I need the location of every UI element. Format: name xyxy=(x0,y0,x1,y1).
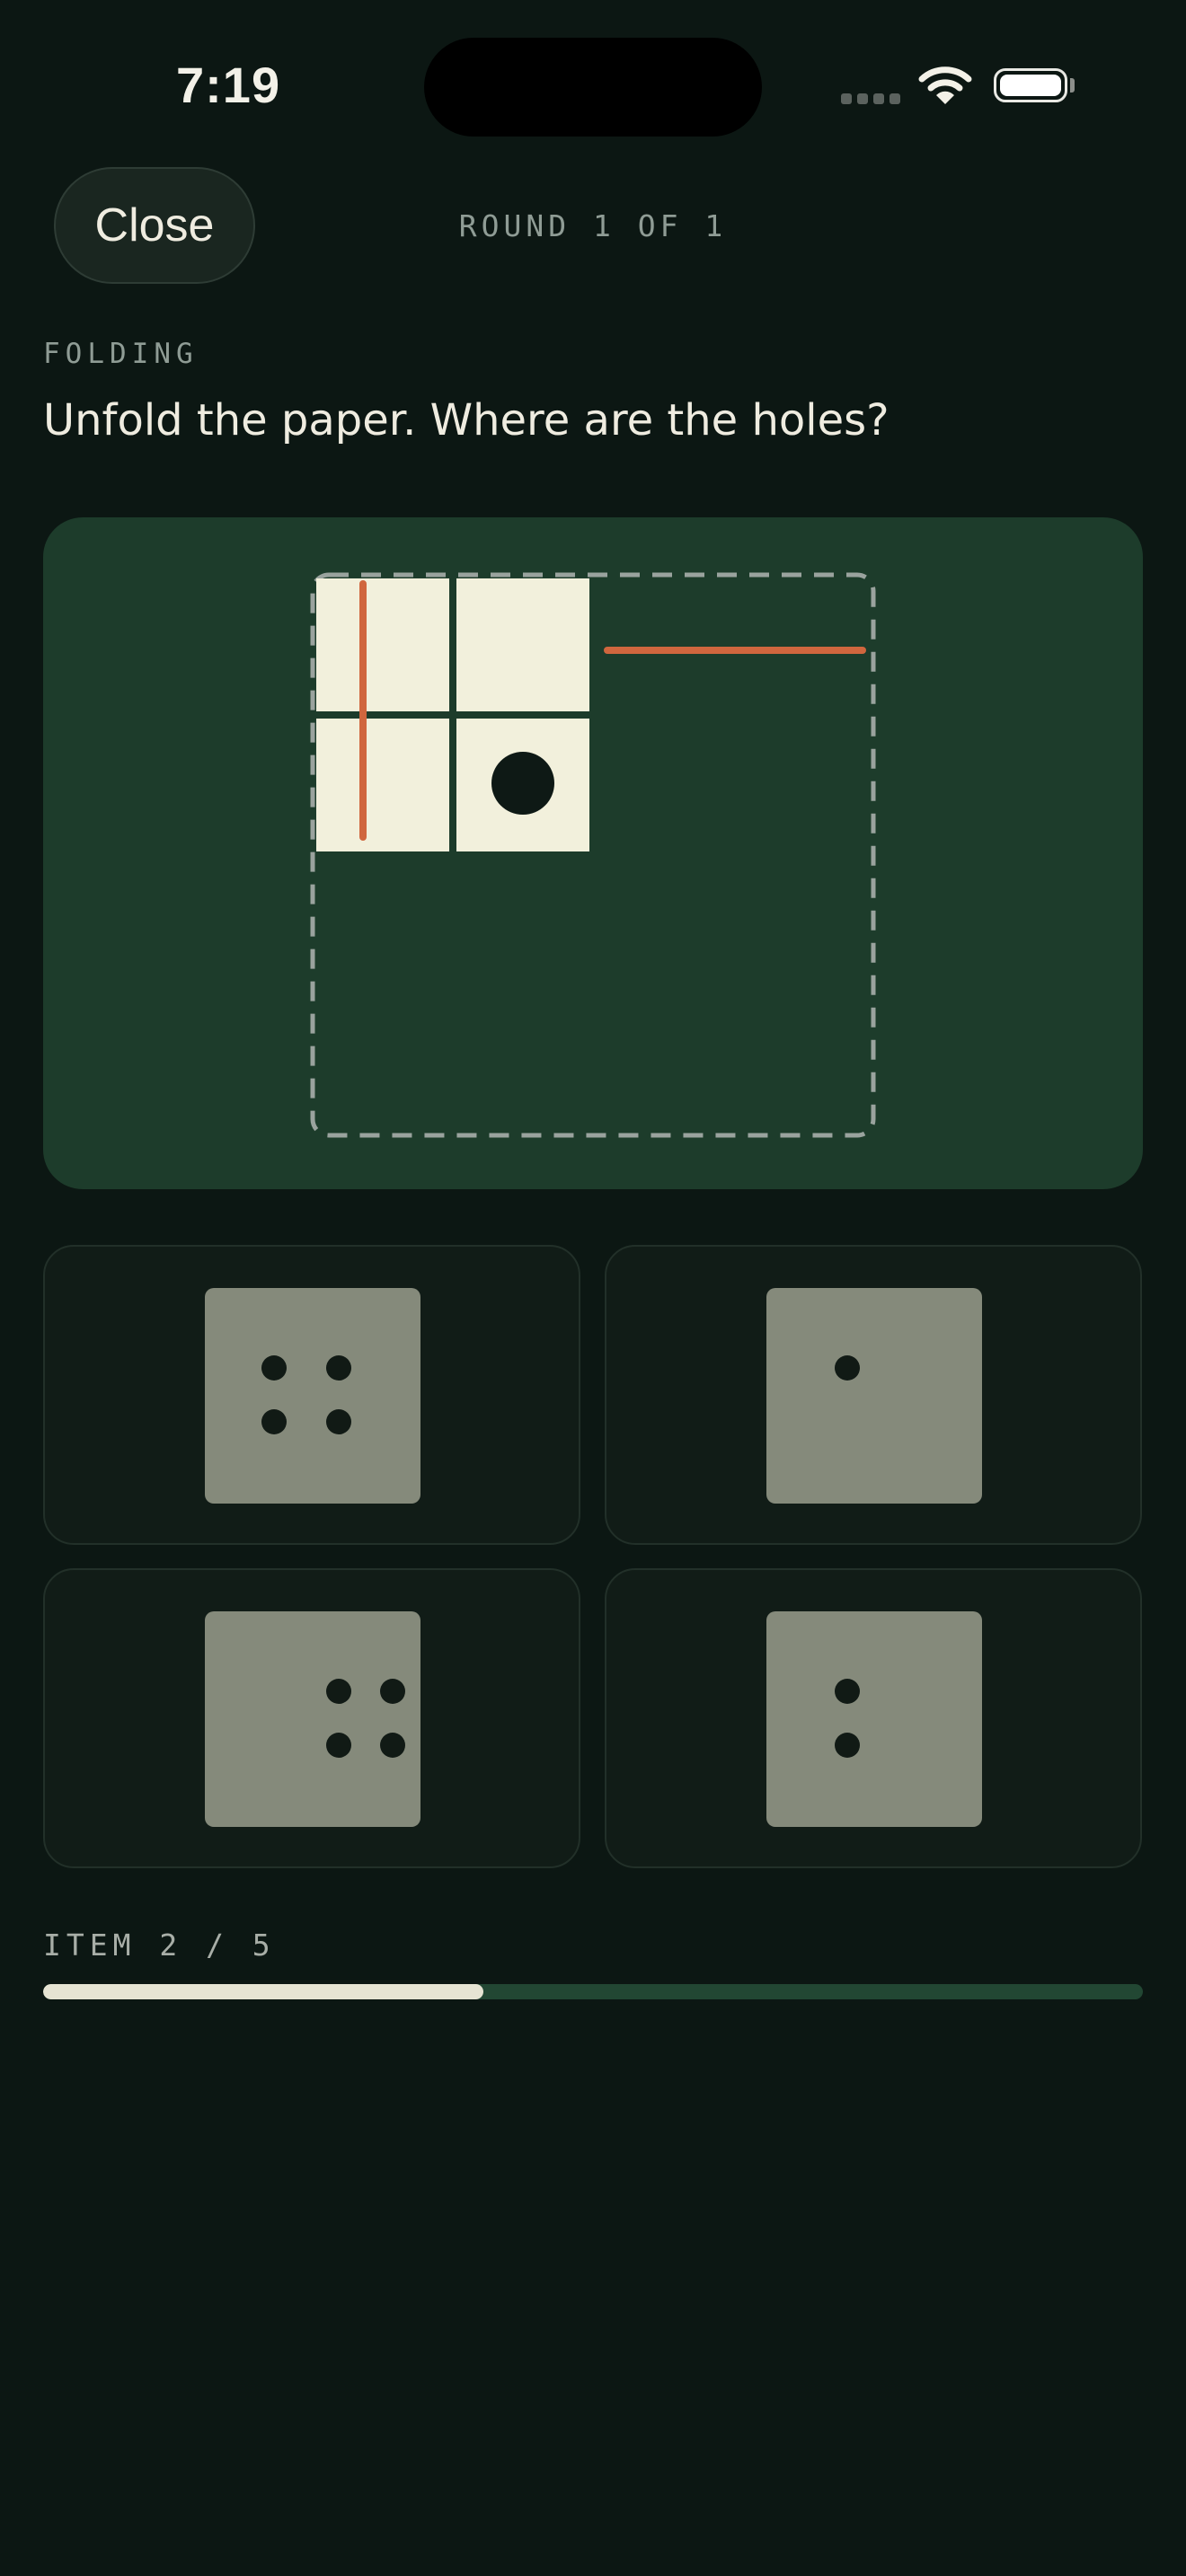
punched-hole xyxy=(491,752,554,815)
hole-dot xyxy=(835,1679,860,1704)
battery-icon xyxy=(994,68,1067,102)
hole-dot xyxy=(326,1679,351,1704)
answer-option-a[interactable] xyxy=(43,1245,580,1545)
wifi-icon xyxy=(918,65,972,110)
folded-cell xyxy=(316,719,449,851)
puzzle-card xyxy=(43,517,1143,1189)
hole-dot xyxy=(835,1355,860,1381)
answer-option-d[interactable] xyxy=(605,1568,1142,1868)
hole-dot xyxy=(835,1733,860,1758)
hole-dot xyxy=(380,1733,405,1758)
dynamic-island xyxy=(424,38,762,137)
folded-cell xyxy=(316,578,449,711)
item-progress-label: ITEM 2 / 5 xyxy=(43,1928,276,1963)
progress-bar-fill xyxy=(43,1984,483,1999)
option-tile xyxy=(766,1611,982,1827)
question-prompt: Unfold the paper. Where are the holes? xyxy=(43,395,890,446)
hole-dot xyxy=(261,1409,287,1434)
hole-dot xyxy=(326,1355,351,1381)
answer-option-c[interactable] xyxy=(43,1568,580,1868)
round-label: ROUND 1 OF 1 xyxy=(458,208,728,243)
progress-bar xyxy=(43,1984,1143,1999)
folded-cell xyxy=(456,578,589,711)
option-tile xyxy=(205,1611,420,1827)
folded-paper-diagram xyxy=(310,572,876,1138)
battery-cap xyxy=(1070,78,1075,93)
cellular-signal-icon xyxy=(841,93,900,104)
status-time: 7:19 xyxy=(176,57,281,113)
section-label: FOLDING xyxy=(43,338,199,370)
hole-dot xyxy=(326,1409,351,1434)
option-tile xyxy=(205,1288,420,1504)
answer-option-b[interactable] xyxy=(605,1245,1142,1545)
hole-dot xyxy=(261,1355,287,1381)
hole-dot xyxy=(380,1679,405,1704)
option-tile xyxy=(766,1288,982,1504)
hole-dot xyxy=(326,1733,351,1758)
